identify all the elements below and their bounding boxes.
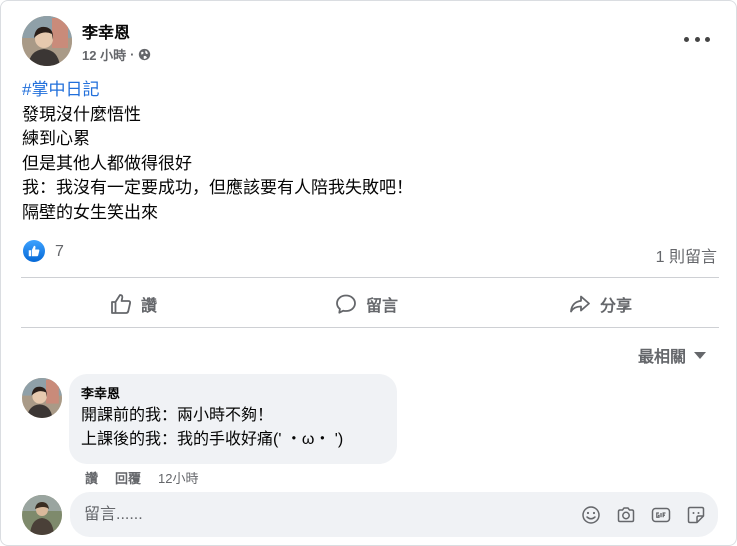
more-options-icon[interactable] xyxy=(684,29,710,49)
comment-composer xyxy=(70,492,718,537)
sort-label: 最相關 xyxy=(638,349,687,366)
post-meta: 12 小時 · xyxy=(82,45,151,64)
share-icon xyxy=(570,295,590,313)
globe-icon[interactable] xyxy=(138,48,151,61)
post-line: 但是其他人都做得很好 xyxy=(22,153,192,173)
post-line: 發現沒什麼悟性 xyxy=(22,104,141,124)
comment-input[interactable] xyxy=(84,492,564,537)
sticker-icon[interactable] xyxy=(686,505,706,525)
post-time[interactable]: 12 小時 xyxy=(82,45,126,64)
post-card: 李幸恩 12 小時 · #掌中日記 發現沒什麼悟性 練到心累 但是其他人都做得很… xyxy=(0,0,737,546)
meta-separator: · xyxy=(130,47,135,62)
divider xyxy=(21,327,719,328)
thumbs-up-icon xyxy=(111,294,131,314)
current-user-avatar[interactable] xyxy=(22,495,62,535)
like-button-label: 讚 xyxy=(141,298,158,315)
divider xyxy=(21,277,719,278)
post-text: #掌中日記 發現沒什麼悟性 練到心累 但是其他人都做得很好 我：我沒有一定要成功… xyxy=(22,78,413,225)
reactions-count[interactable]: 7 xyxy=(55,243,64,261)
like-icon[interactable] xyxy=(23,240,45,262)
gif-icon[interactable] xyxy=(651,505,671,525)
comment-bubble: 李幸恩 開課前的我：兩小時不夠！ 上課後的我：我的手收好痛(' ・ω・ ') xyxy=(69,374,397,464)
comment-line: 上課後的我：我的手收好痛(' ・ω・ ') xyxy=(81,431,344,448)
comment-actions: 讚 回覆 12小時 xyxy=(85,468,199,487)
post-line: 練到心累 xyxy=(22,129,90,148)
post-line: 隔壁的女生笑出來 xyxy=(22,202,158,222)
comment-like-link[interactable]: 讚 xyxy=(85,468,98,487)
share-button[interactable]: 分享 xyxy=(568,289,632,319)
comment-time[interactable]: 12小時 xyxy=(158,468,198,487)
comment-icon xyxy=(336,294,356,314)
camera-icon[interactable] xyxy=(616,505,636,525)
hashtag-link[interactable]: #掌中日記 xyxy=(22,78,413,103)
post-line: 我：我沒有一定要成功，但應該要有人陪我失敗吧！ xyxy=(22,178,413,197)
caret-down-icon xyxy=(694,351,707,359)
comment-author[interactable]: 李幸恩 xyxy=(81,384,385,404)
comment-button-label: 留言 xyxy=(366,298,399,315)
comment-button[interactable]: 留言 xyxy=(334,289,398,319)
share-button-label: 分享 xyxy=(600,298,633,315)
like-button[interactable]: 讚 xyxy=(109,289,157,319)
comment-sort-dropdown[interactable]: 最相關 xyxy=(638,343,707,367)
commenter-avatar[interactable] xyxy=(22,378,62,418)
comments-count[interactable]: 1 則留言 xyxy=(656,243,717,267)
post-author-name[interactable]: 李幸恩 xyxy=(82,19,130,43)
author-avatar[interactable] xyxy=(22,16,72,66)
emoji-icon[interactable] xyxy=(581,505,601,525)
comment-reply-link[interactable]: 回覆 xyxy=(115,468,141,487)
comment-line: 開課前的我：兩小時不夠！ xyxy=(81,407,274,424)
